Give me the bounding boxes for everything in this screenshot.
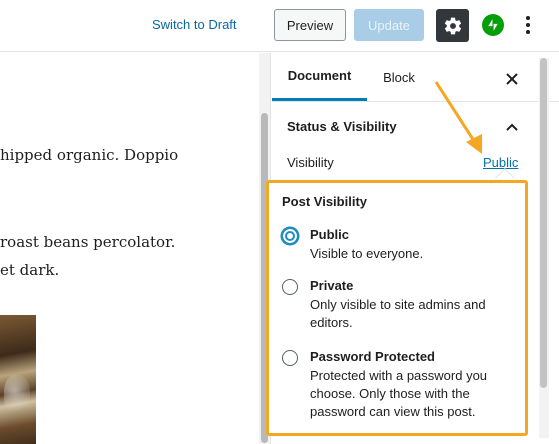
option-description: Protected with a password you choose. On…	[310, 368, 488, 419]
chevron-up-icon[interactable]	[504, 119, 520, 135]
option-description: Visible to everyone.	[310, 246, 424, 261]
jetpack-button[interactable]	[482, 14, 504, 36]
popover-title: Post Visibility	[282, 194, 368, 209]
paragraph-line[interactable]: et dark.	[0, 261, 59, 279]
scrollbar-thumb[interactable]	[540, 58, 547, 388]
option-description: Only visible to site admins and editors.	[310, 297, 486, 330]
image-block[interactable]	[0, 315, 36, 444]
sidebar-tabs: Document Block	[272, 53, 559, 102]
close-sidebar-button[interactable]	[500, 67, 524, 91]
annotation-arrow-icon	[434, 81, 482, 154]
paragraph-line[interactable]: hipped organic. Doppio	[0, 146, 178, 164]
close-icon	[506, 73, 518, 85]
dot-icon	[526, 23, 530, 27]
visibility-option-private[interactable]: Private Only visible to site admins and …	[282, 278, 522, 334]
radio-password-protected[interactable]	[282, 350, 298, 366]
dot-icon	[526, 30, 530, 34]
gear-icon	[444, 17, 461, 34]
editor-canvas[interactable]: hipped organic. Doppio roast beans perco…	[0, 53, 258, 444]
tab-block[interactable]: Block	[367, 53, 431, 101]
visibility-label: Visibility	[287, 155, 334, 170]
visibility-option-password-protected[interactable]: Password Protected Protected with a pass…	[282, 349, 522, 423]
visibility-option-public[interactable]: Public Visible to everyone.	[282, 227, 522, 267]
paragraph-line[interactable]: roast beans percolator.	[0, 233, 175, 251]
tab-document[interactable]: Document	[272, 53, 367, 101]
post-visibility-popover: Post Visibility Public Visible to everyo…	[266, 180, 528, 436]
dot-icon	[526, 16, 530, 20]
panel-title-status-visibility[interactable]: Status & Visibility	[287, 119, 397, 134]
update-button[interactable]: Update	[354, 9, 424, 41]
sidebar-scrollbar[interactable]	[539, 58, 549, 438]
editor-header: Switch to Draft Preview Update	[0, 0, 559, 52]
radio-private[interactable]	[282, 279, 298, 295]
option-label[interactable]: Public	[310, 227, 349, 242]
jetpack-bolt-icon	[488, 19, 498, 31]
more-options-button[interactable]	[520, 14, 536, 36]
option-label[interactable]: Password Protected	[310, 349, 435, 364]
radio-public[interactable]	[282, 228, 298, 244]
option-label[interactable]: Private	[310, 278, 353, 293]
settings-button[interactable]	[436, 9, 469, 42]
preview-button[interactable]: Preview	[274, 9, 346, 41]
switch-to-draft-button[interactable]: Switch to Draft	[152, 14, 237, 36]
